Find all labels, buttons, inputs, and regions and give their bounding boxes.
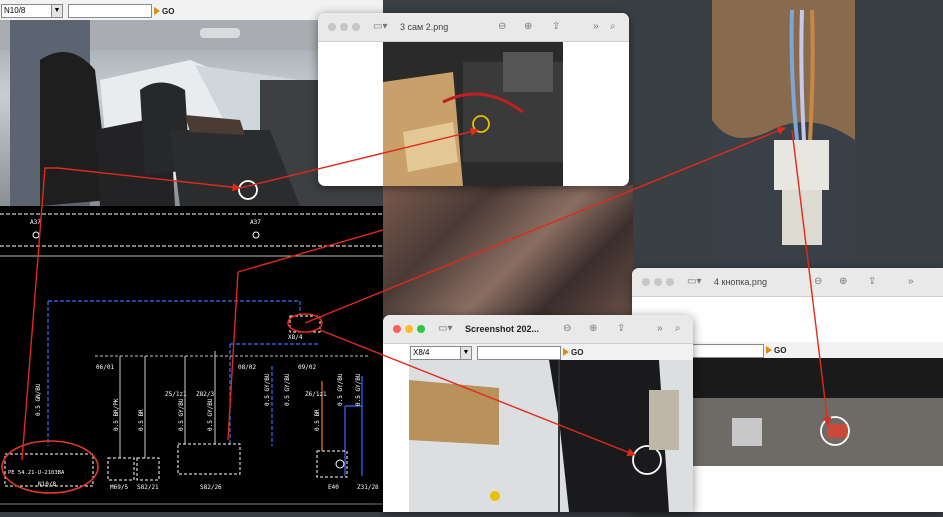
annotation-arrows	[21, 126, 832, 461]
